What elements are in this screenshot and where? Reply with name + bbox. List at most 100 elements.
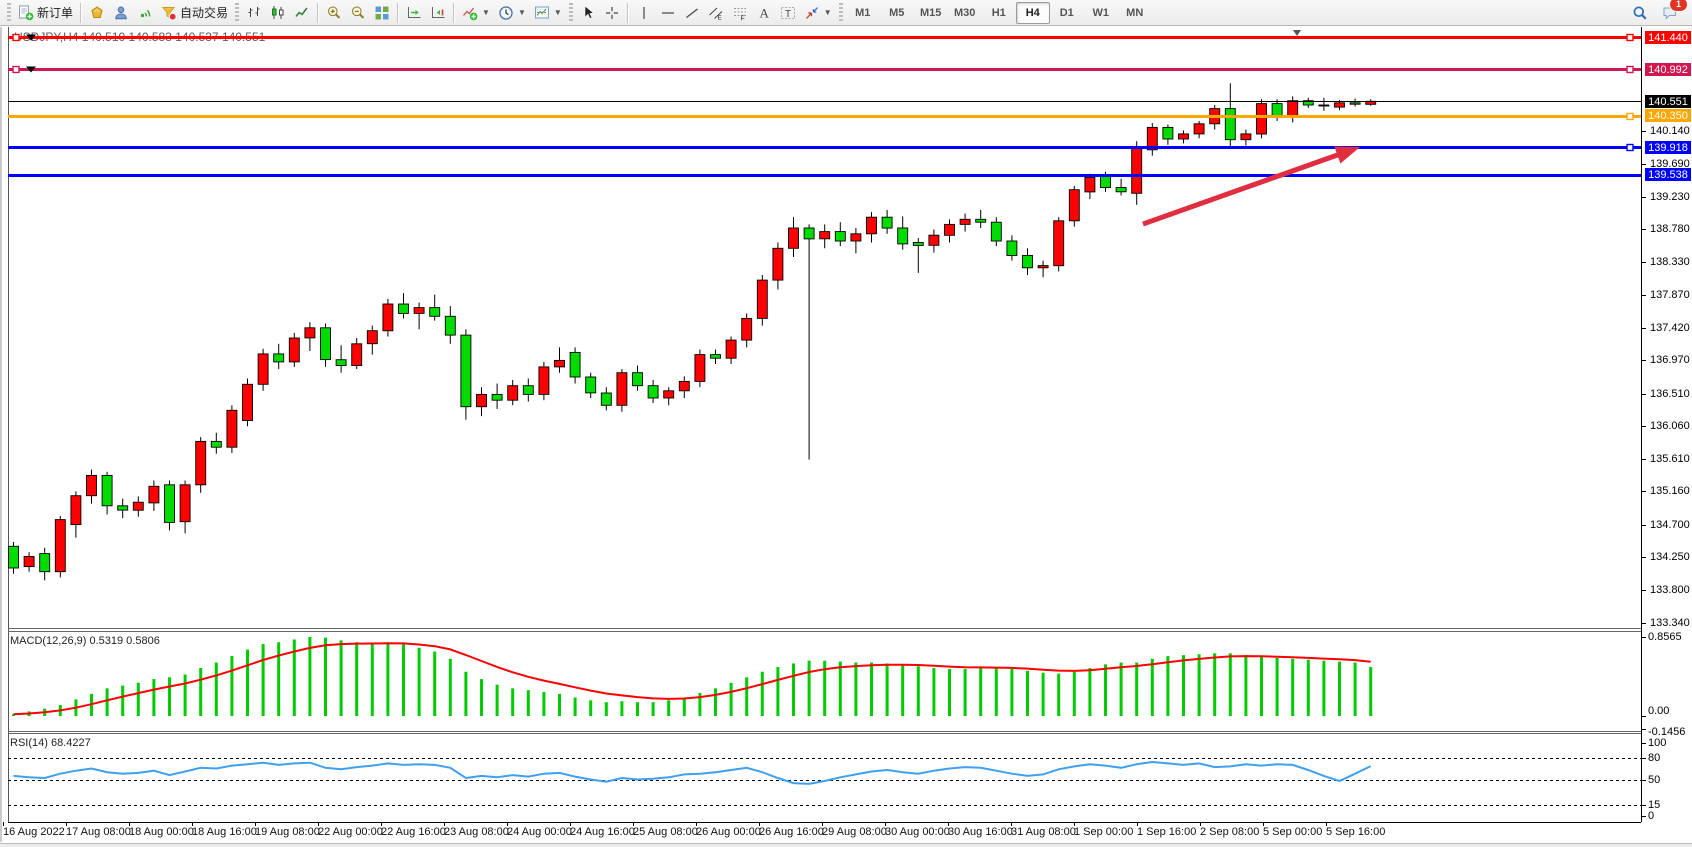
chart-canvas[interactable]	[0, 27, 1692, 847]
autotrading-button[interactable]: 自动交易	[157, 1, 232, 25]
price-tick: 139.230	[1650, 191, 1690, 203]
line-chart-button[interactable]	[290, 1, 314, 25]
line-handle[interactable]	[1627, 145, 1633, 151]
zoom-in-icon	[326, 5, 342, 21]
search-icon	[1632, 5, 1648, 21]
horizontal-line-button[interactable]	[656, 1, 680, 25]
tile-windows-button[interactable]	[370, 1, 394, 25]
fibonacci-button[interactable]: F	[728, 1, 752, 25]
rsi-level-label: 50	[1648, 774, 1660, 786]
line-handle[interactable]	[1627, 35, 1633, 41]
price-tick: 136.510	[1650, 388, 1690, 400]
price-label-box: 139.538	[1645, 168, 1691, 181]
chart-shift-marker[interactable]	[1293, 30, 1301, 36]
new-order-button[interactable]: 新订单	[14, 1, 77, 25]
toolbar-grip	[235, 3, 239, 23]
candlestick-chart-button[interactable]	[266, 1, 290, 25]
macd-label: MACD(12,26,9) 0.5319 0.5806	[10, 635, 160, 647]
time-tick: 5 Sep 00:00	[1263, 826, 1322, 838]
timeframe-h1-button[interactable]: H1	[982, 2, 1016, 24]
toolbar-separator	[80, 3, 82, 23]
time-tick: 19 Aug 08:00	[255, 826, 320, 838]
toolbar-grip	[7, 3, 11, 23]
svg-text:F: F	[740, 15, 744, 21]
svg-text:A: A	[759, 5, 769, 20]
indicators-icon	[462, 5, 478, 21]
timeframe-m1-button[interactable]: M1	[846, 2, 880, 24]
vertical-line-button[interactable]	[632, 1, 656, 25]
price-label-box: 140.992	[1645, 63, 1691, 76]
price-tick: 136.060	[1650, 420, 1690, 432]
template-icon	[534, 5, 550, 21]
indicators-button[interactable]: ▼	[458, 1, 494, 25]
profile-button[interactable]	[109, 1, 133, 25]
toolbar-separator	[397, 3, 399, 23]
zoom-in-button[interactable]	[322, 1, 346, 25]
text-label-button[interactable]: T	[776, 1, 800, 25]
market-icon	[89, 5, 105, 21]
new-order-button-label: 新订单	[37, 4, 73, 21]
toolbar-grip	[569, 3, 573, 23]
time-tick: 29 Aug 08:00	[822, 826, 887, 838]
text-icon: A	[756, 5, 772, 21]
time-tick: 1 Sep 00:00	[1074, 826, 1133, 838]
timeframe-h4-button[interactable]: H4	[1016, 2, 1050, 24]
price-tick: 135.160	[1650, 485, 1690, 497]
line-handle[interactable]	[13, 67, 19, 73]
crosshair-button[interactable]	[600, 1, 624, 25]
price-tick: 138.780	[1650, 223, 1690, 235]
text-button[interactable]: A	[752, 1, 776, 25]
rsi-level-label: 0	[1648, 810, 1654, 822]
price-label-box: 140.350	[1645, 109, 1691, 122]
cursor-button[interactable]	[576, 1, 600, 25]
bar-chart-icon	[246, 5, 262, 21]
equidistant-channel-button[interactable]: E	[704, 1, 728, 25]
signals-button[interactable]	[133, 1, 157, 25]
trendline-button[interactable]	[680, 1, 704, 25]
market-button[interactable]	[85, 1, 109, 25]
svg-text:E: E	[717, 14, 722, 21]
chevron-down-icon[interactable]: ▼	[518, 8, 526, 17]
arrows-button[interactable]: ▼	[800, 1, 836, 25]
notifications-button[interactable]: 1	[1658, 1, 1682, 25]
rsi-label: RSI(14) 68.4227	[10, 737, 91, 749]
chart-shift-button[interactable]	[426, 1, 450, 25]
timeframe-mn-button[interactable]: MN	[1118, 2, 1152, 24]
timeframe-m15-button[interactable]: M15	[914, 2, 948, 24]
new-order-icon	[18, 5, 34, 21]
zoom-out-button[interactable]	[346, 1, 370, 25]
time-tick: 30 Aug 00:00	[885, 826, 950, 838]
timeframe-d1-button[interactable]: D1	[1050, 2, 1084, 24]
price-label-box: 139.918	[1645, 141, 1691, 154]
auto-scroll-button[interactable]	[402, 1, 426, 25]
timeframe-w1-button[interactable]: W1	[1084, 2, 1118, 24]
auto-scroll-icon	[406, 5, 422, 21]
price-tick: 136.970	[1650, 354, 1690, 366]
macd-max-label: 0.8565	[1648, 631, 1682, 643]
chevron-down-icon[interactable]: ▼	[824, 8, 832, 17]
chart-shift-icon	[430, 5, 446, 21]
line-handle[interactable]	[13, 35, 19, 41]
periods-button[interactable]: ▼	[494, 1, 530, 25]
autotrading-button-label: 自动交易	[180, 4, 228, 21]
bar-chart-button[interactable]	[242, 1, 266, 25]
toolbar-separator	[453, 3, 455, 23]
line-handle[interactable]	[1627, 67, 1633, 73]
search-button[interactable]	[1628, 1, 1652, 25]
timeframe-m30-button[interactable]: M30	[948, 2, 982, 24]
timeframe-m5-button[interactable]: M5	[880, 2, 914, 24]
time-tick: 2 Sep 08:00	[1200, 826, 1259, 838]
profile-icon	[113, 5, 129, 21]
trend-arrow[interactable]	[1143, 147, 1360, 224]
toolbar-separator	[317, 3, 319, 23]
chevron-down-icon[interactable]: ▼	[554, 8, 562, 17]
label-icon: T	[780, 5, 796, 21]
time-tick: 18 Aug 00:00	[129, 826, 194, 838]
clock-icon	[498, 5, 514, 21]
mt4-window: 新订单自动交易▼▼▼EFAT▼M1M5M15M30H1H4D1W1MN1 USD…	[0, 0, 1692, 847]
templates-button[interactable]: ▼	[530, 1, 566, 25]
line-handle[interactable]	[1627, 114, 1633, 120]
chevron-down-icon[interactable]: ▼	[482, 8, 490, 17]
time-tick: 25 Aug 08:00	[633, 826, 698, 838]
price-tick: 133.340	[1650, 617, 1690, 629]
